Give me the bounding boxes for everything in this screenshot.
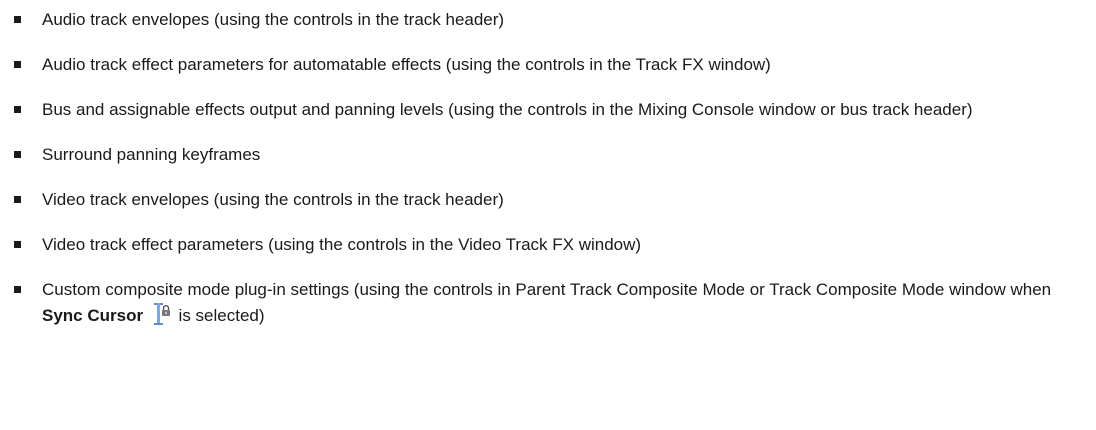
list-item: Audio track envelopes (using the control… [0, 7, 1082, 33]
list-item-text-before: Custom composite mode plug-in settings (… [42, 280, 1052, 299]
list-item: Bus and assignable effects output and pa… [0, 97, 1082, 123]
bullet-icon [14, 151, 21, 158]
list-item-text: Surround panning keyframes [42, 145, 261, 164]
list-item-text: Bus and assignable effects output and pa… [42, 100, 973, 119]
list-item-text-after: is selected) [173, 306, 265, 325]
list-item-text: Audio track envelopes (using the control… [42, 10, 505, 29]
lock-icon [161, 305, 170, 316]
bullet-icon [14, 241, 21, 248]
list-item-text: Video track envelopes (using the control… [42, 190, 504, 209]
bullet-icon [14, 196, 21, 203]
list-item: Surround panning keyframes [0, 142, 1082, 168]
list-item: Custom composite mode plug-in settings (… [0, 277, 1082, 329]
list-item: Video track effect parameters (using the… [0, 232, 1082, 258]
list-item: Video track envelopes (using the control… [0, 187, 1082, 213]
automation-list: Audio track envelopes (using the control… [0, 7, 1096, 329]
list-item-text: Audio track effect parameters for automa… [42, 55, 771, 74]
bullet-icon [14, 106, 21, 113]
bullet-icon [14, 16, 21, 23]
sync-cursor-icon [150, 303, 172, 325]
list-item: Audio track effect parameters for automa… [0, 52, 1082, 78]
list-item-text: Video track effect parameters (using the… [42, 235, 642, 254]
sync-cursor-label: Sync Cursor [42, 306, 144, 325]
bullet-icon [14, 61, 21, 68]
bullet-icon [14, 286, 21, 293]
